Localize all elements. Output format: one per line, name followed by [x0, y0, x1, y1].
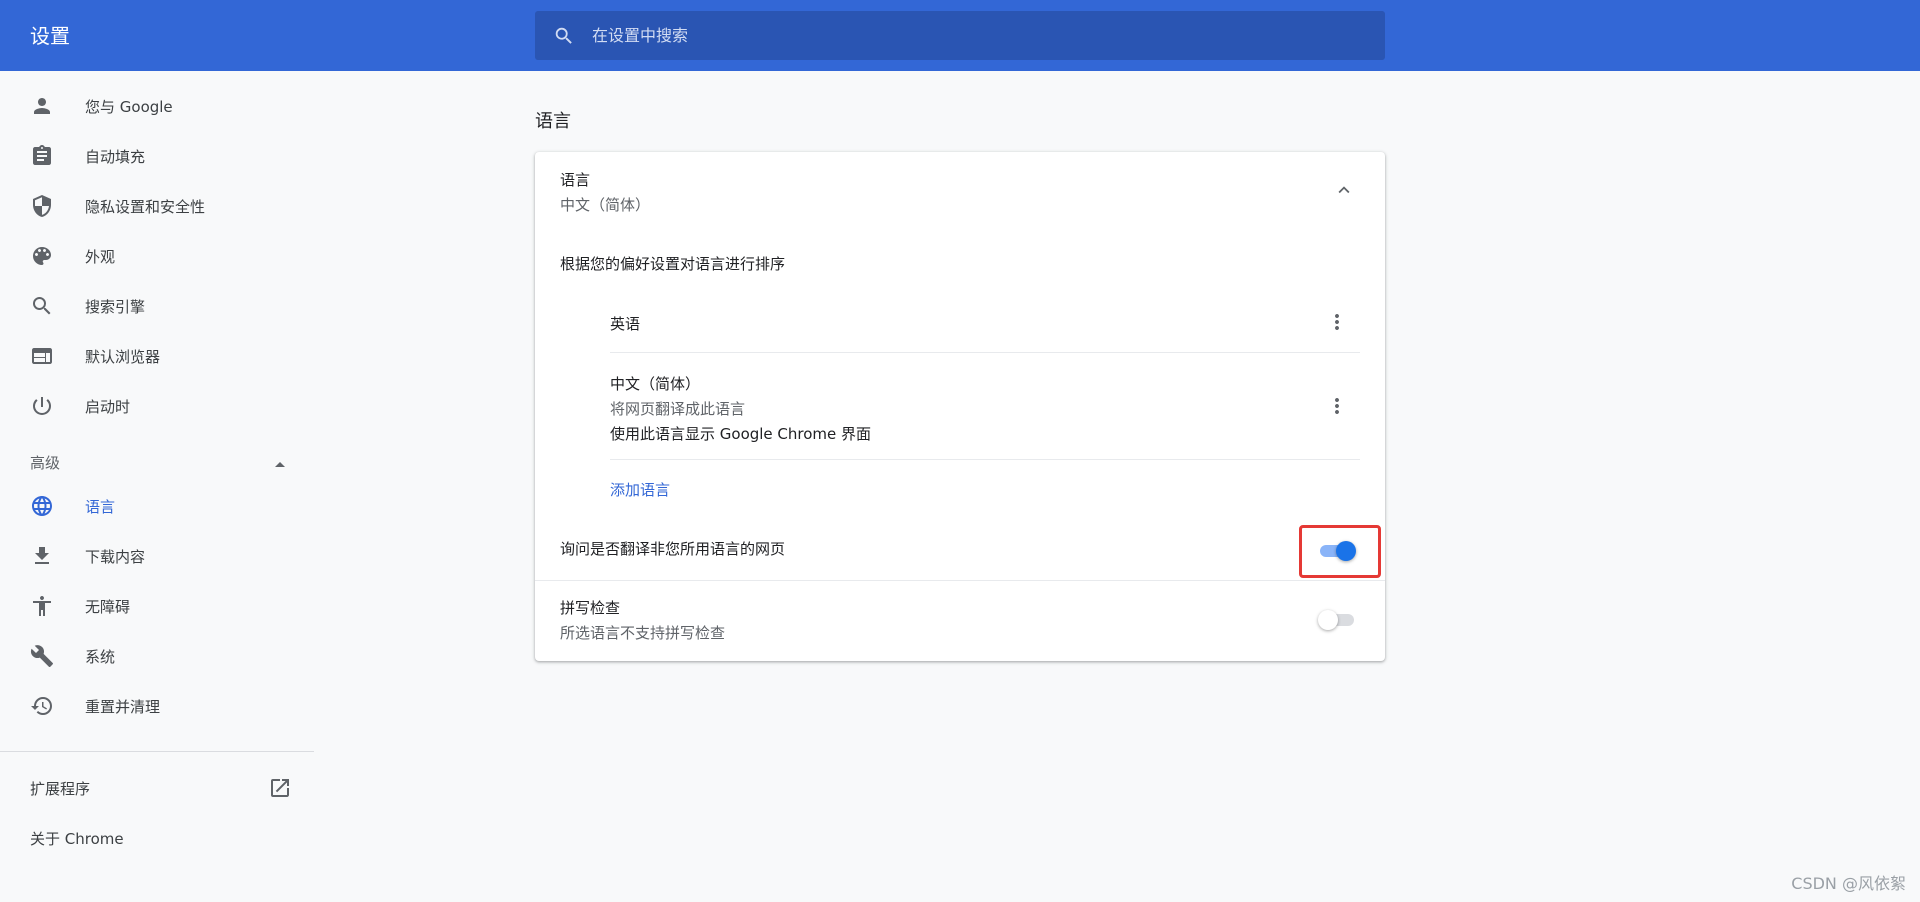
sidebar-item-label: 无障碍: [85, 597, 131, 616]
search-box[interactable]: [535, 11, 1385, 60]
sidebar-item-label: 启动时: [85, 397, 131, 416]
sidebar-item-accessibility[interactable]: 无障碍: [0, 581, 314, 631]
toggle-knob: [1336, 541, 1356, 561]
sidebar-item-label: 重置并清理: [85, 697, 161, 716]
sidebar-item-label: 搜索引擎: [85, 297, 146, 316]
sidebar-item-downloads[interactable]: 下载内容: [0, 531, 314, 581]
language-name: 英语: [610, 315, 641, 333]
person-icon: [30, 94, 54, 118]
spellcheck-toggle[interactable]: [1318, 610, 1356, 630]
arrow-up-icon: [274, 455, 286, 467]
sidebar-item-search-engine[interactable]: 搜索引擎: [0, 281, 314, 331]
extensions-label: 扩展程序: [30, 780, 91, 798]
sidebar-item-privacy[interactable]: 隐私设置和安全性: [0, 181, 314, 231]
search-icon: [30, 294, 54, 318]
toggle-knob: [1318, 610, 1338, 630]
watermark: CSDN @风依絮: [1791, 874, 1906, 893]
sidebar-item-label: 自动填充: [85, 147, 146, 166]
page-title: 设置: [30, 24, 70, 48]
sidebar-item-extensions[interactable]: 扩展程序: [0, 766, 314, 810]
row-divider: [610, 352, 1360, 353]
globe-icon: [30, 494, 54, 518]
power-icon: [30, 394, 54, 418]
top-bar: 设置: [0, 0, 1920, 71]
palette-icon: [30, 244, 54, 268]
sidebar-item-label: 您与 Google: [85, 97, 173, 116]
offer-translate-label: 询问是否翻译非您所用语言的网页: [560, 540, 786, 558]
wrench-icon: [30, 644, 54, 668]
language-row-english: 英语: [610, 310, 1360, 352]
spellcheck-title: 拼写检查: [560, 599, 621, 617]
search-input[interactable]: [592, 11, 1352, 60]
card-divider: [535, 580, 1385, 581]
sidebar-item-label: 隐私设置和安全性: [85, 197, 206, 216]
row-divider: [610, 459, 1360, 460]
sidebar-item-system[interactable]: 系统: [0, 631, 314, 681]
sidebar-item-default-browser[interactable]: 默认浏览器: [0, 331, 314, 381]
language-name: 中文（简体）: [610, 375, 701, 393]
search-icon: [553, 25, 575, 47]
sidebar-item-you-and-google[interactable]: 您与 Google: [0, 81, 314, 131]
sidebar-item-about-chrome[interactable]: 关于 Chrome: [0, 816, 314, 860]
sidebar-item-on-startup[interactable]: 启动时: [0, 381, 314, 431]
add-language-link[interactable]: 添加语言: [610, 479, 670, 500]
about-chrome-label: 关于 Chrome: [30, 830, 124, 848]
advanced-section-toggle[interactable]: 高级: [0, 441, 314, 481]
offer-translate-toggle[interactable]: [1318, 541, 1356, 561]
section-title: 语言: [535, 111, 571, 132]
languages-card: 语言 中文（简体） 根据您的偏好设置对语言进行排序 英语 中文（简体） 将网页翻…: [535, 152, 1385, 661]
more-vert-icon[interactable]: [1325, 310, 1349, 334]
download-icon: [30, 544, 54, 568]
sidebar-item-label: 下载内容: [85, 547, 146, 566]
open-in-new-icon: [268, 776, 292, 800]
clipboard-icon: [30, 144, 54, 168]
history-icon: [30, 694, 54, 718]
order-description: 根据您的偏好设置对语言进行排序: [560, 255, 786, 273]
spellcheck-subtitle: 所选语言不支持拼写检查: [560, 624, 726, 642]
languages-row-value: 中文（简体）: [560, 196, 651, 214]
sidebar-item-autofill[interactable]: 自动填充: [0, 131, 314, 181]
sidebar-item-reset[interactable]: 重置并清理: [0, 681, 314, 731]
sidebar-item-languages[interactable]: 语言: [0, 481, 314, 531]
sidebar-divider: [0, 751, 314, 752]
languages-row-title: 语言: [560, 171, 591, 189]
sidebar-item-label: 外观: [85, 247, 116, 266]
language-note: 使用此语言显示 Google Chrome 界面: [610, 425, 872, 443]
chevron-up-icon[interactable]: [1333, 179, 1355, 201]
advanced-label: 高级: [30, 454, 61, 472]
language-row-chinese: 中文（简体） 将网页翻译成此语言 使用此语言显示 Google Chrome 界…: [610, 370, 1360, 443]
sidebar-item-appearance[interactable]: 外观: [0, 231, 314, 281]
sidebar-item-label: 系统: [85, 647, 116, 666]
shield-icon: [30, 194, 54, 218]
accessibility-icon: [30, 594, 54, 618]
more-vert-icon[interactable]: [1325, 394, 1349, 418]
sidebar-item-label: 默认浏览器: [85, 347, 161, 366]
language-note: 将网页翻译成此语言: [610, 400, 746, 418]
browser-icon: [30, 344, 54, 368]
sidebar-item-label: 语言: [85, 497, 116, 516]
languages-expand-row[interactable]: 语言 中文（简体）: [535, 152, 1385, 228]
sidebar: 您与 Google 自动填充 隐私设置和安全性 外观 搜索引擎 默认浏览器 启动…: [0, 71, 314, 902]
